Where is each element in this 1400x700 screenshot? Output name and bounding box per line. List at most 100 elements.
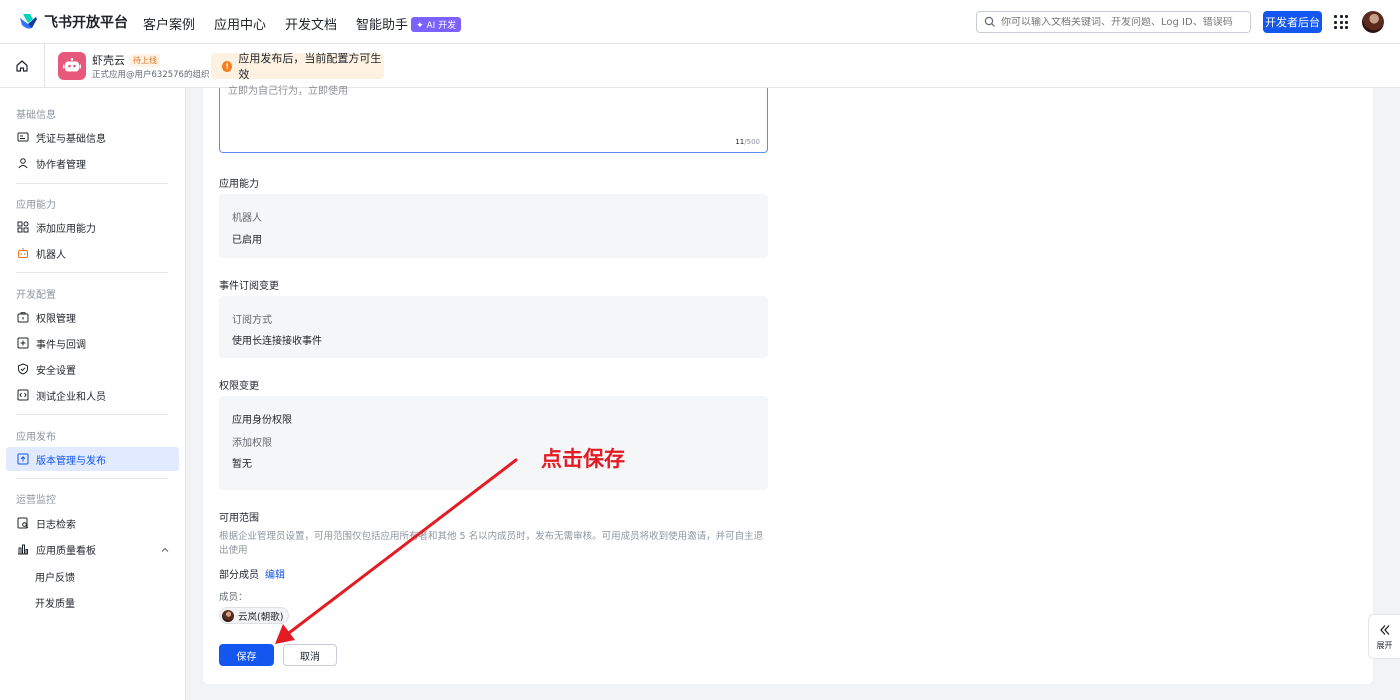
main-card xyxy=(203,88,1373,684)
nav-dev-docs[interactable]: 开发文档 xyxy=(285,14,337,33)
member-tag: 云岚(朝歌) xyxy=(219,607,290,624)
top-nav: 客户案例 应用中心 开发文档 智能助手 ✦ AI 开发 xyxy=(143,14,462,33)
textarea-text: 立即为自己行为，立即使用 xyxy=(228,86,348,97)
warning-icon: ! xyxy=(222,60,233,72)
sidebar-item-label: 权限管理 xyxy=(36,313,76,325)
sidebar-item-log-search[interactable]: 日志检索 xyxy=(6,511,179,535)
scope-description: 根据企业管理员设置，可用范围仅包括应用所有者和其他 5 名以内成员时，发布无需审… xyxy=(219,531,764,556)
sidebar-group-basic: 基础信息 xyxy=(16,110,56,121)
sidebar-item-label: 测试企业和人员 xyxy=(36,391,106,403)
sidebar-group-ops: 运营监控 xyxy=(16,495,56,506)
divider xyxy=(16,414,168,415)
permissions-value: 暂无 xyxy=(232,459,252,470)
app-org: 正式应用@用户632576的组织 xyxy=(92,70,210,80)
app-header: 虾壳云 待上线 正式应用@用户632576的组织 xyxy=(0,44,1400,88)
section-title-events: 事件订阅变更 xyxy=(219,281,279,292)
sidebar-item-label: 版本管理与发布 xyxy=(36,455,106,467)
chevron-up-icon[interactable] xyxy=(160,545,170,555)
search-box[interactable] xyxy=(976,11,1251,33)
nav-customer-cases[interactable]: 客户案例 xyxy=(143,14,195,33)
divider xyxy=(16,272,168,273)
sidebar-item-credentials[interactable]: 凭证与基础信息 xyxy=(6,125,179,149)
ai-badge: ✦ AI 开发 xyxy=(411,17,462,32)
brand[interactable]: 飞书开放平台 xyxy=(18,12,128,32)
sidebar-item-permissions[interactable]: 权限管理 xyxy=(6,305,179,329)
members-summary-text: 部分成员 xyxy=(219,570,259,581)
search-input[interactable] xyxy=(1001,16,1241,28)
apps-icon xyxy=(17,221,29,233)
member-name: 云岚(朝歌) xyxy=(238,611,284,623)
sidebar-subitem-dev-quality[interactable]: 开发质量 xyxy=(35,595,75,610)
sidebar-item-label: 协作者管理 xyxy=(36,159,86,171)
sidebar-item-test-tenant[interactable]: 测试企业和人员 xyxy=(6,383,179,407)
double-chevron-left-icon xyxy=(1379,624,1389,635)
sidebar-item-label: 日志检索 xyxy=(36,519,76,531)
home-icon[interactable] xyxy=(15,59,29,73)
search-icon xyxy=(984,16,995,27)
developer-console-button[interactable]: 开发者后台 xyxy=(1263,11,1322,33)
sidebar: 基础信息 凭证与基础信息 协作者管理 应用能力 添加应用能力 机器人 开发配置 … xyxy=(0,88,186,700)
events-panel: 订阅方式 使用长连接接收事件 xyxy=(219,296,768,358)
sidebar-item-add-capability[interactable]: 添加应用能力 xyxy=(6,215,179,239)
sidebar-item-collaborators[interactable]: 协作者管理 xyxy=(6,151,179,175)
section-title-permissions: 权限变更 xyxy=(219,381,259,392)
notice-text: 应用发布后，当前配置方可生效 xyxy=(238,52,382,81)
upload-box-icon xyxy=(17,453,29,465)
sidebar-item-label: 机器人 xyxy=(36,249,66,261)
section-title-capability: 应用能力 xyxy=(219,179,259,190)
description-textarea[interactable]: 立即为自己行为，立即使用 11/500 xyxy=(219,86,768,153)
sidebar-item-robot[interactable]: 机器人 xyxy=(6,241,179,265)
members-summary: 部分成员 编辑 xyxy=(219,566,285,581)
plus-box-icon xyxy=(17,337,29,349)
sidebar-group-release: 应用发布 xyxy=(16,432,56,443)
avatar xyxy=(222,609,234,622)
permissions-identity: 应用身份权限 xyxy=(232,415,292,426)
char-count: 11 xyxy=(735,138,745,146)
expand-label: 展开 xyxy=(1376,640,1393,650)
sidebar-item-label: 事件与回调 xyxy=(36,339,86,351)
sidebar-item-label: 应用质量看板 xyxy=(36,545,96,557)
log-search-icon xyxy=(17,517,29,529)
sidebar-group-capability: 应用能力 xyxy=(16,200,56,211)
app-name: 虾壳云 xyxy=(92,54,125,67)
top-navbar: 飞书开放平台 客户案例 应用中心 开发文档 智能助手✦ AI 开发 开发者后台 xyxy=(0,0,1400,44)
shield-icon xyxy=(17,363,29,375)
id-card-icon xyxy=(17,131,29,143)
divider xyxy=(16,183,168,184)
sidebar-item-label: 凭证与基础信息 xyxy=(36,133,106,145)
sidebar-item-events[interactable]: 事件与回调 xyxy=(6,331,179,355)
sidebar-subitem-user-feedback[interactable]: 用户反馈 xyxy=(35,569,75,584)
events-value: 使用长连接接收事件 xyxy=(232,336,322,347)
expand-panel-button[interactable]: 展开 xyxy=(1368,614,1400,659)
app-title: 虾壳云 待上线 xyxy=(92,52,160,68)
char-max: /500 xyxy=(744,138,760,146)
bar-chart-icon xyxy=(17,543,29,555)
save-button[interactable]: 保存 xyxy=(219,644,274,666)
nav-app-center[interactable]: 应用中心 xyxy=(214,14,266,33)
sidebar-item-label: 安全设置 xyxy=(36,365,76,377)
permissions-added-label: 添加权限 xyxy=(232,438,272,449)
events-label: 订阅方式 xyxy=(232,315,272,326)
robot-icon xyxy=(17,247,29,259)
sidebar-group-dev-config: 开发配置 xyxy=(16,290,56,301)
status-badge: 待上线 xyxy=(130,53,160,67)
sidebar-item-quality-dashboard[interactable]: 应用质量看板 xyxy=(6,537,179,561)
avatar[interactable] xyxy=(1362,11,1384,33)
section-title-scope: 可用范围 xyxy=(219,513,259,524)
sidebar-item-security[interactable]: 安全设置 xyxy=(6,357,179,381)
capability-value: 已启用 xyxy=(232,235,262,246)
lock-box-icon xyxy=(17,311,29,323)
capability-panel: 机器人 已启用 xyxy=(219,194,768,258)
sidebar-item-label: 添加应用能力 xyxy=(36,223,96,235)
char-counter: 11/500 xyxy=(735,138,760,146)
capability-label: 机器人 xyxy=(232,213,262,224)
nav-smart-assistant[interactable]: 智能助手 ✦ AI 开发 xyxy=(356,14,462,33)
app-grid-icon[interactable] xyxy=(1334,15,1348,29)
user-icon xyxy=(17,157,29,169)
sidebar-item-version-release[interactable]: 版本管理与发布 xyxy=(6,447,179,471)
divider xyxy=(16,478,168,479)
feishu-logo-icon xyxy=(20,14,37,29)
divider xyxy=(44,44,45,88)
edit-link[interactable]: 编辑 xyxy=(265,570,285,581)
cancel-button[interactable]: 取消 xyxy=(283,644,337,666)
